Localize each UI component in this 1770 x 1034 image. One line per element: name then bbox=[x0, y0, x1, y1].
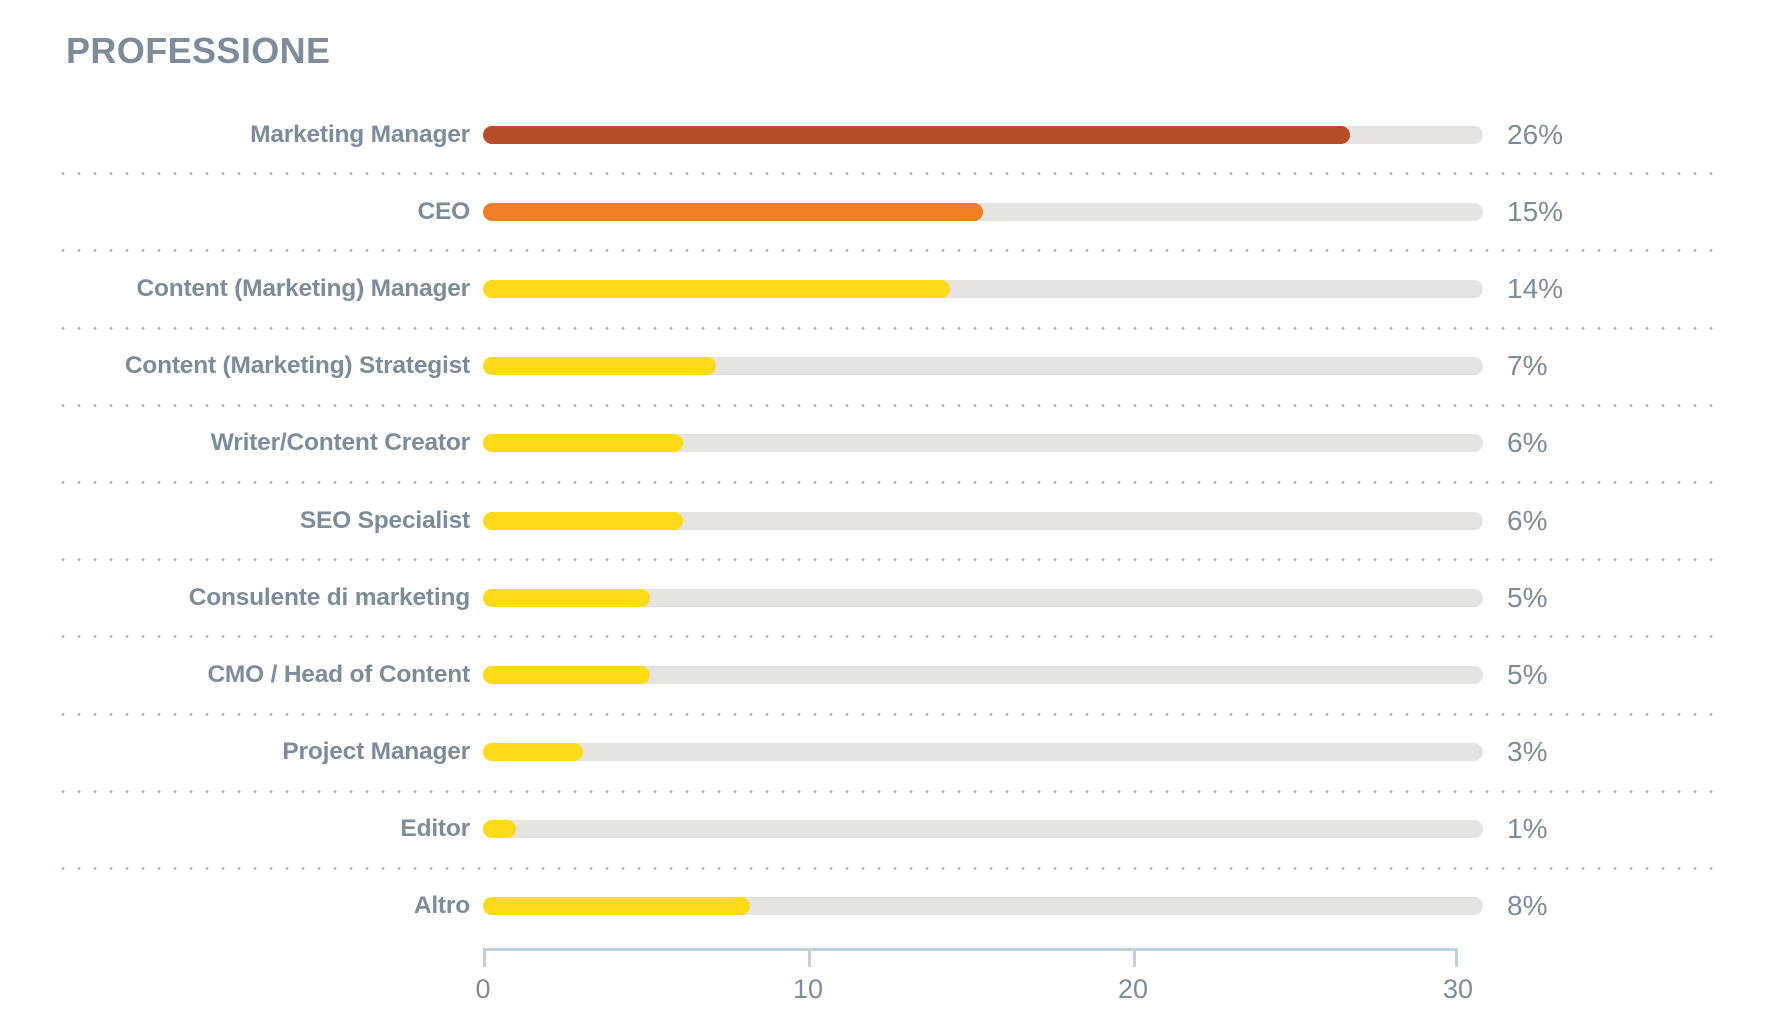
bar-row: Content (Marketing) Strategist 7% bbox=[0, 328, 1770, 405]
x-axis: 0 10 20 30 bbox=[475, 948, 1473, 1028]
bar-row-label: CMO / Head of Content bbox=[207, 660, 470, 688]
bar-value-label: 8% bbox=[1507, 890, 1548, 922]
bar-value-label: 3% bbox=[1507, 736, 1548, 768]
bar-row: Consulente di marketing 5% bbox=[0, 559, 1770, 636]
bar-row: CMO / Head of Content 5% bbox=[0, 636, 1770, 713]
bar-list: Marketing Manager 26% CEO 15% Content (Marke… bbox=[0, 96, 1770, 945]
bar-row: Content (Marketing) Manager 14% bbox=[0, 250, 1770, 327]
x-axis-tick bbox=[807, 948, 811, 967]
bar-row-label: Altro bbox=[413, 892, 470, 920]
bar-track bbox=[483, 202, 1483, 221]
page-title: PROFESSIONE bbox=[66, 30, 331, 71]
bar-fill bbox=[483, 665, 650, 684]
x-axis-tick-label: 0 bbox=[475, 974, 491, 1004]
bar-fill bbox=[483, 588, 650, 607]
bar-row: Project Manager 3% bbox=[0, 714, 1770, 791]
bar-row-label: Editor bbox=[400, 815, 470, 843]
bar-value-label: 5% bbox=[1507, 658, 1548, 690]
bar-value-label: 6% bbox=[1507, 427, 1548, 459]
bar-track bbox=[483, 588, 1483, 607]
bar-row: SEO Specialist 6% bbox=[0, 482, 1770, 559]
bar-value-label: 26% bbox=[1507, 118, 1564, 150]
bar-row: Altro 8% bbox=[0, 868, 1770, 945]
bar-track bbox=[483, 665, 1483, 684]
bar-fill bbox=[483, 897, 750, 916]
bar-track bbox=[483, 125, 1483, 144]
bar-value-label: 6% bbox=[1507, 504, 1548, 536]
bar-row: CEO 15% bbox=[0, 173, 1770, 250]
bar-value-label: 15% bbox=[1507, 195, 1564, 227]
bar-row-label: Content (Marketing) Strategist bbox=[124, 352, 470, 380]
bar-value-label: 14% bbox=[1507, 272, 1564, 304]
bar-value-label: 7% bbox=[1507, 350, 1548, 382]
chart-card: PROFESSIONE Marketing Manager 26% CEO 15% Co… bbox=[0, 0, 1770, 1034]
x-axis-line bbox=[483, 948, 1458, 951]
bar-track bbox=[483, 820, 1483, 839]
bar-track bbox=[483, 357, 1483, 376]
bar-row-label: SEO Specialist bbox=[299, 506, 470, 534]
bar-row: Marketing Manager 26% bbox=[0, 96, 1770, 173]
bar-track-background bbox=[483, 743, 1483, 762]
bar-track bbox=[483, 511, 1483, 530]
bar-fill bbox=[483, 279, 950, 298]
bar-row: Writer/Content Creator 6% bbox=[0, 405, 1770, 482]
bar-value-label: 5% bbox=[1507, 581, 1548, 613]
bar-track bbox=[483, 897, 1483, 916]
bar-row-label: Content (Marketing) Manager bbox=[136, 274, 470, 302]
bar-fill bbox=[483, 202, 983, 221]
bar-fill bbox=[483, 743, 583, 762]
bar-fill bbox=[483, 511, 683, 530]
bar-row-label: Consulente di marketing bbox=[188, 583, 470, 611]
bar-track bbox=[483, 434, 1483, 453]
bar-row-label: CEO bbox=[417, 197, 471, 225]
bar-track bbox=[483, 279, 1483, 298]
bar-value-label: 1% bbox=[1507, 813, 1548, 845]
bar-fill bbox=[483, 125, 1350, 144]
bar-fill bbox=[483, 820, 517, 839]
bar-row-label: Project Manager bbox=[282, 738, 470, 766]
x-axis-tick-label: 10 bbox=[792, 974, 824, 1004]
x-axis-tick bbox=[483, 948, 486, 967]
x-axis-tick bbox=[1455, 948, 1458, 967]
bar-fill bbox=[483, 434, 683, 453]
bar-row-label: Writer/Content Creator bbox=[210, 429, 470, 457]
bar-track bbox=[483, 743, 1483, 762]
bar-row-label: Marketing Manager bbox=[250, 120, 470, 148]
bar-track-background bbox=[483, 820, 1483, 839]
x-axis-tick-label: 20 bbox=[1117, 974, 1149, 1004]
bar-fill bbox=[483, 357, 717, 376]
bar-row: Editor 1% bbox=[0, 791, 1770, 868]
x-axis-tick bbox=[1132, 948, 1136, 967]
x-axis-tick-label: 30 bbox=[1442, 974, 1474, 1004]
